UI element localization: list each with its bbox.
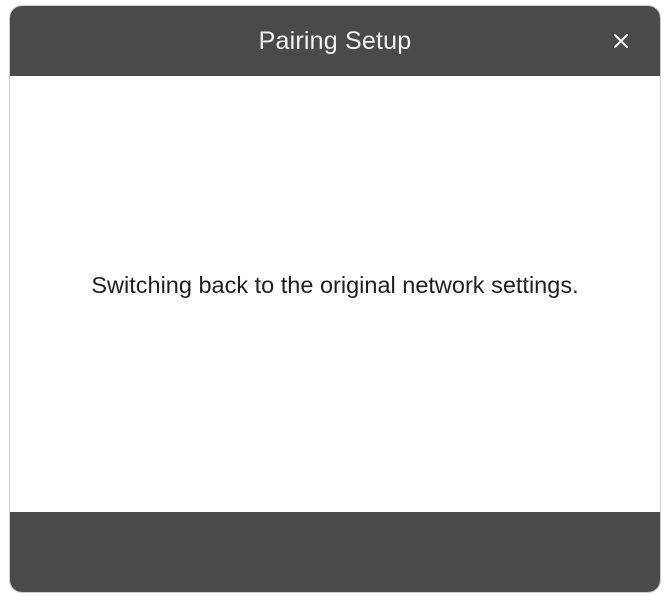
close-icon: [614, 34, 628, 48]
close-button[interactable]: [608, 28, 634, 54]
page: Pairing Setup Switching back to the orig…: [0, 0, 665, 596]
dialog-header: Pairing Setup: [10, 6, 660, 76]
dialog-body: Switching back to the original network s…: [10, 76, 660, 512]
dialog-footer: [10, 512, 660, 592]
dialog-title: Pairing Setup: [258, 26, 412, 55]
dialog-message: Switching back to the original network s…: [91, 271, 579, 298]
pairing-setup-dialog: Pairing Setup Switching back to the orig…: [10, 6, 660, 592]
